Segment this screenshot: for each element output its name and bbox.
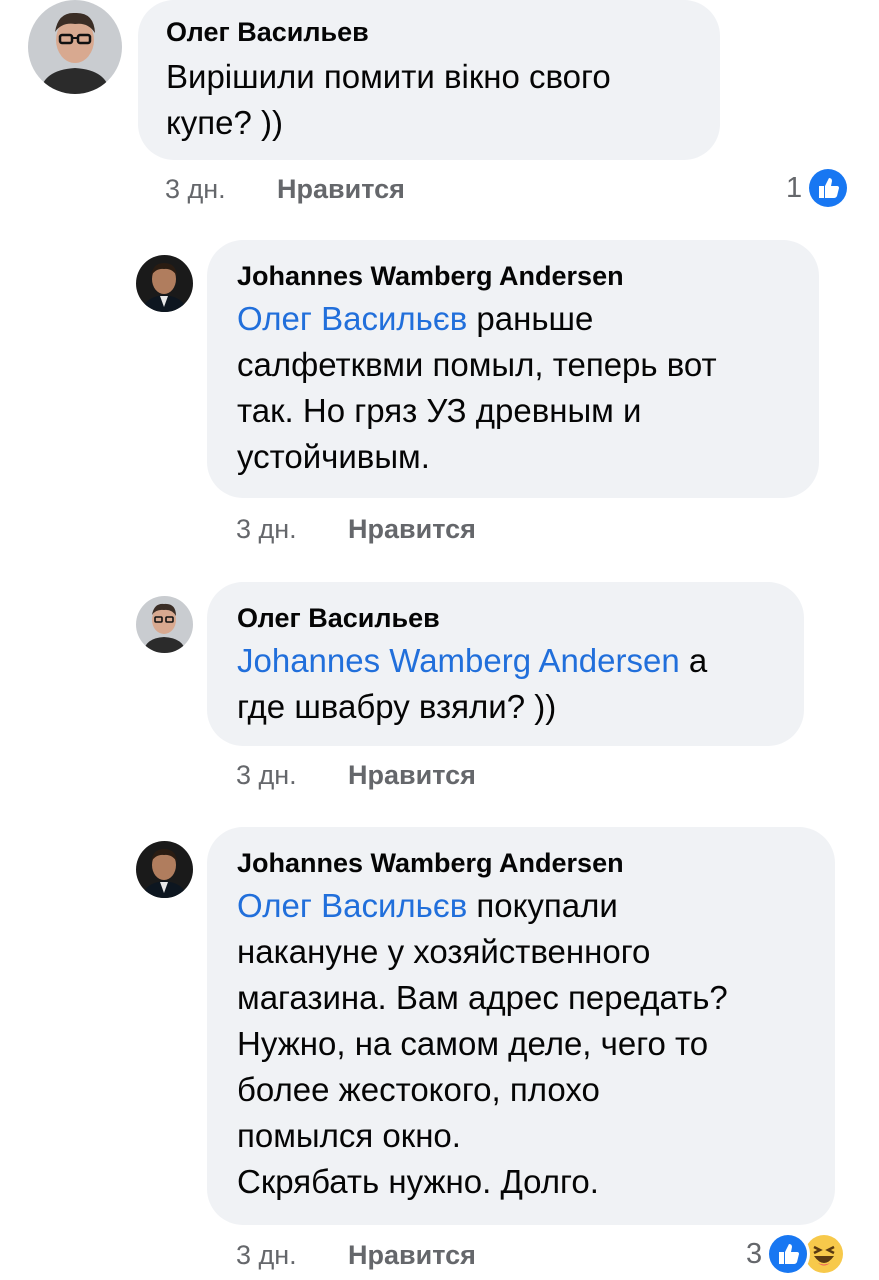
avatar[interactable]	[136, 841, 193, 898]
comment-time[interactable]: 3 дн.	[165, 174, 226, 205]
avatar[interactable]	[136, 596, 193, 653]
comment-text: Johannes Wamberg Andersen а где швабру в…	[237, 638, 774, 730]
like-button[interactable]: Нравится	[348, 1240, 476, 1271]
avatar[interactable]	[136, 255, 193, 312]
avatar[interactable]	[28, 0, 122, 94]
like-icon	[766, 1232, 811, 1276]
avatar-photo	[136, 841, 193, 898]
avatar-photo	[28, 0, 122, 94]
mention-link[interactable]: Олег Васильєв	[237, 887, 467, 924]
comment-text: Олег Васильєв раньше салфетквми помыл, т…	[237, 296, 789, 480]
comment-author[interactable]: Олег Васильев	[237, 602, 774, 634]
comment-body: Вирішили помити вікно свого купе? ))	[166, 58, 611, 141]
like-button[interactable]: Нравится	[348, 514, 476, 545]
comment-bubble: Johannes Wamberg Andersen Олег Васильєв …	[207, 240, 819, 498]
comment-bubble: Олег Васильев Вирішили помити вікно свог…	[138, 0, 720, 160]
reaction-count: 3	[746, 1237, 763, 1270]
reaction-count: 1	[786, 171, 803, 204]
reaction-summary[interactable]: 1	[786, 166, 851, 210]
comment-bubble: Johannes Wamberg Andersen Олег Васильєв …	[207, 827, 835, 1225]
mention-link[interactable]: Олег Васильєв	[237, 300, 467, 337]
avatar-photo	[136, 596, 193, 653]
comment-actions: 3 дн. Нравится	[236, 1240, 536, 1272]
comment-time[interactable]: 3 дн.	[236, 514, 297, 545]
comment-actions: 3 дн. Нравится	[236, 514, 536, 546]
comment-actions: 3 дн. Нравится	[236, 760, 536, 792]
comment-author[interactable]: Johannes Wamberg Andersen	[237, 847, 805, 879]
comment-actions: 3 дн. Нравится	[165, 174, 465, 206]
reaction-summary[interactable]: 3	[746, 1232, 847, 1276]
like-icon	[806, 166, 851, 210]
like-button[interactable]: Нравится	[277, 174, 405, 205]
comment-time[interactable]: 3 дн.	[236, 760, 297, 791]
mention-link[interactable]: Johannes Wamberg Andersen	[237, 642, 680, 679]
comment-text: Вирішили помити вікно свого купе? ))	[166, 54, 692, 146]
comment-author[interactable]: Johannes Wamberg Andersen	[237, 260, 789, 292]
comment-time[interactable]: 3 дн.	[236, 1240, 297, 1271]
comment-bubble: Олег Васильев Johannes Wamberg Andersen …	[207, 582, 804, 746]
comment-text: Олег Васильєв покупали накануне у хозяйс…	[237, 883, 805, 1205]
comment-author[interactable]: Олег Васильев	[166, 16, 692, 48]
comment-body: покупали накануне у хозяйственного магаз…	[237, 887, 728, 1200]
like-button[interactable]: Нравится	[348, 760, 476, 791]
avatar-photo	[136, 255, 193, 312]
